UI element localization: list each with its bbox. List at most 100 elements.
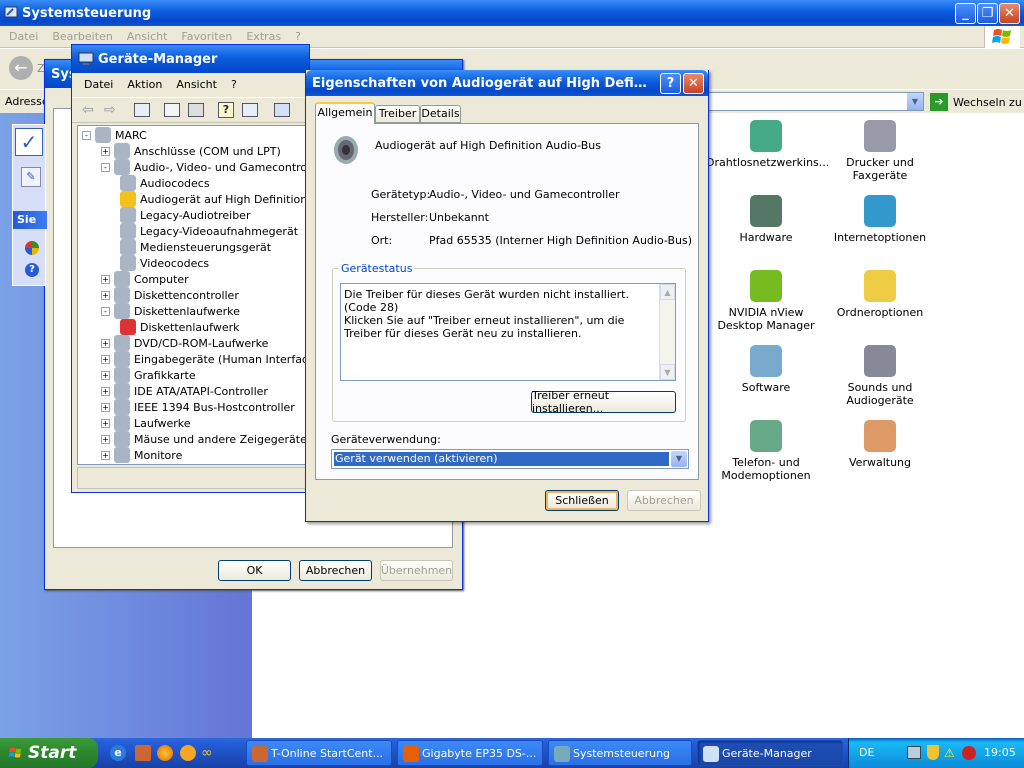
taskbar-button[interactable]: Systemsteuerung [548, 740, 692, 766]
cp-item[interactable]: Verwaltung [820, 420, 940, 469]
scrollbar[interactable]: ▲ ▼ [659, 284, 675, 380]
cp-item[interactable]: Ordneroptionen [820, 270, 940, 319]
expand-icon[interactable]: + [101, 274, 110, 284]
cp-menu-item[interactable]: Extras [239, 30, 288, 43]
security-shield-icon[interactable] [927, 745, 939, 760]
cancel-dialog-button[interactable]: Abbrechen [627, 490, 701, 511]
expand-icon[interactable]: + [101, 338, 110, 348]
tree-item[interactable]: + Computer [82, 271, 309, 287]
address-input[interactable]: ▼ [700, 92, 924, 111]
scroll-down-icon[interactable]: ▼ [660, 364, 675, 380]
close-button[interactable]: ✕ [999, 3, 1020, 24]
expand-icon[interactable]: + [101, 370, 110, 380]
tree-item[interactable]: + DVD/CD-ROM-Laufwerke [82, 335, 309, 351]
close-button[interactable]: ✕ [683, 73, 704, 94]
tree-item[interactable]: + Monitore [82, 447, 309, 463]
cp-item[interactable]: Internetoptionen [820, 195, 940, 244]
back-arrow-icon[interactable]: ← [9, 56, 33, 80]
tree-item[interactable]: + Eingabegeräte (Human Interface De [82, 351, 309, 367]
apply-button[interactable]: Übernehmen [380, 560, 453, 581]
expand-icon[interactable]: + [101, 418, 110, 428]
expand-icon[interactable]: + [101, 450, 110, 460]
expand-icon[interactable]: + [101, 354, 110, 364]
collapse-icon[interactable]: - [101, 162, 110, 172]
expand-icon[interactable]: + [101, 386, 110, 396]
properties-icon[interactable] [164, 103, 180, 117]
taskbar-button[interactable]: Geräte-Manager [697, 740, 843, 766]
update-driver-icon[interactable] [242, 103, 258, 117]
help-icon[interactable]: ? [218, 102, 234, 118]
t-online-icon[interactable] [135, 745, 151, 761]
tree-item[interactable]: - Audio-, Video- und Gamecontroller [82, 159, 309, 175]
cp-item[interactable]: Hardware [706, 195, 826, 244]
status-text-box[interactable]: Die Treiber für dieses Gerät wurden nich… [340, 283, 676, 381]
cp-menu-item[interactable]: Bearbeiten [45, 30, 119, 43]
cancel-button[interactable]: Abbrechen [299, 560, 372, 581]
cp-item[interactable]: Software [706, 345, 826, 394]
cp-item[interactable]: NVIDIA nView Desktop Manager [706, 270, 826, 332]
network-icon[interactable] [907, 746, 921, 759]
tree-item[interactable]: Audiogerät auf High Definition A [82, 191, 309, 207]
cp-item[interactable]: Drucker und Faxgeräte [820, 120, 940, 182]
cp-item[interactable]: Sounds und Audiogeräte [820, 345, 940, 407]
antivirus-icon[interactable] [962, 746, 976, 760]
tree-item[interactable]: + Mäuse und andere Zeigegeräte [82, 431, 309, 447]
collapse-icon[interactable]: - [101, 306, 110, 316]
warning-icon[interactable]: ⚠ [944, 746, 958, 760]
tab-allgemein[interactable]: Allgemein [315, 102, 375, 124]
expand-icon[interactable]: + [101, 402, 110, 412]
cp-menu-item[interactable]: Ansicht [120, 30, 175, 43]
tab-details[interactable]: Details [420, 105, 461, 123]
firefox-icon[interactable] [157, 745, 173, 761]
collapse-icon[interactable]: - [82, 130, 91, 140]
tree-item[interactable]: + Diskettencontroller [82, 287, 309, 303]
tree-item[interactable]: Mediensteuerungsgerät [82, 239, 309, 255]
tree-item[interactable]: - Diskettenlaufwerke [82, 303, 309, 319]
tree-item[interactable]: Legacy-Audiotreiber [82, 207, 309, 223]
cp-item[interactable]: Drahtlosnetzwerkins... [706, 120, 829, 169]
tree-item[interactable]: Diskettenlaufwerk [82, 319, 309, 335]
cp-menu-item[interactable]: ? [288, 30, 308, 43]
expand-icon[interactable]: + [101, 434, 110, 444]
expand-icon[interactable]: + [101, 290, 110, 300]
cp-item[interactable]: Telefon- und Modemoptionen [706, 420, 826, 482]
console-tree-icon[interactable] [134, 103, 150, 117]
taskbar-button[interactable]: T-Online StartCent... [246, 740, 392, 766]
go-button[interactable]: ➔ Wechseln zu [930, 92, 1022, 112]
tree-item[interactable]: Legacy-Videoaufnahmegerät [82, 223, 309, 239]
cp-menu-item[interactable]: Favoriten [174, 30, 239, 43]
language-indicator[interactable]: DE [859, 746, 874, 759]
back-arrow-icon[interactable]: ⇦ [82, 102, 94, 118]
cp-menu-item[interactable]: Datei [2, 30, 45, 43]
tab-treiber[interactable]: Treiber [375, 105, 420, 123]
winamp-icon[interactable]: ∞ [201, 745, 219, 761]
tree-item[interactable]: + Laufwerke [82, 415, 309, 431]
ok-button[interactable]: OK [218, 560, 291, 581]
scan-hardware-icon[interactable] [274, 103, 290, 117]
print-icon[interactable] [188, 103, 204, 117]
messenger-icon[interactable] [180, 745, 196, 761]
dm-menu-item[interactable]: Datei [77, 78, 120, 91]
minimize-button[interactable]: _ [955, 3, 976, 24]
tree-item[interactable]: Videocodecs [82, 255, 309, 271]
dm-menu-item[interactable]: Ansicht [169, 78, 224, 91]
scroll-up-icon[interactable]: ▲ [660, 284, 675, 300]
tree-item[interactable]: Audiocodecs [82, 175, 309, 191]
help-button[interactable]: ? [660, 73, 681, 94]
tree-item[interactable]: + IEEE 1394 Bus-Hostcontroller [82, 399, 309, 415]
restore-button[interactable]: ❐ [977, 3, 998, 24]
reinstall-driver-button[interactable]: Treiber erneut installieren... [531, 389, 676, 415]
expand-icon[interactable]: + [101, 146, 110, 156]
dm-menu-item[interactable]: Aktion [120, 78, 169, 91]
forward-arrow-icon[interactable]: ⇨ [104, 102, 116, 118]
close-dialog-button[interactable]: Schließen [545, 490, 619, 511]
dm-menu-item[interactable]: ? [224, 78, 244, 91]
tree-item[interactable]: + Grafikkarte [82, 367, 309, 383]
tree-item[interactable]: + IDE ATA/ATAPI-Controller [82, 383, 309, 399]
usage-select[interactable]: Gerät verwenden (aktivieren) ▼ [331, 449, 689, 469]
tree-item[interactable]: - MARC [82, 127, 309, 143]
internet-explorer-icon[interactable]: e [110, 745, 126, 761]
taskbar-button[interactable]: Gigabyte EP35 DS-... [397, 740, 543, 766]
chevron-down-icon[interactable]: ▼ [671, 451, 687, 467]
start-button[interactable]: Start [0, 738, 98, 768]
